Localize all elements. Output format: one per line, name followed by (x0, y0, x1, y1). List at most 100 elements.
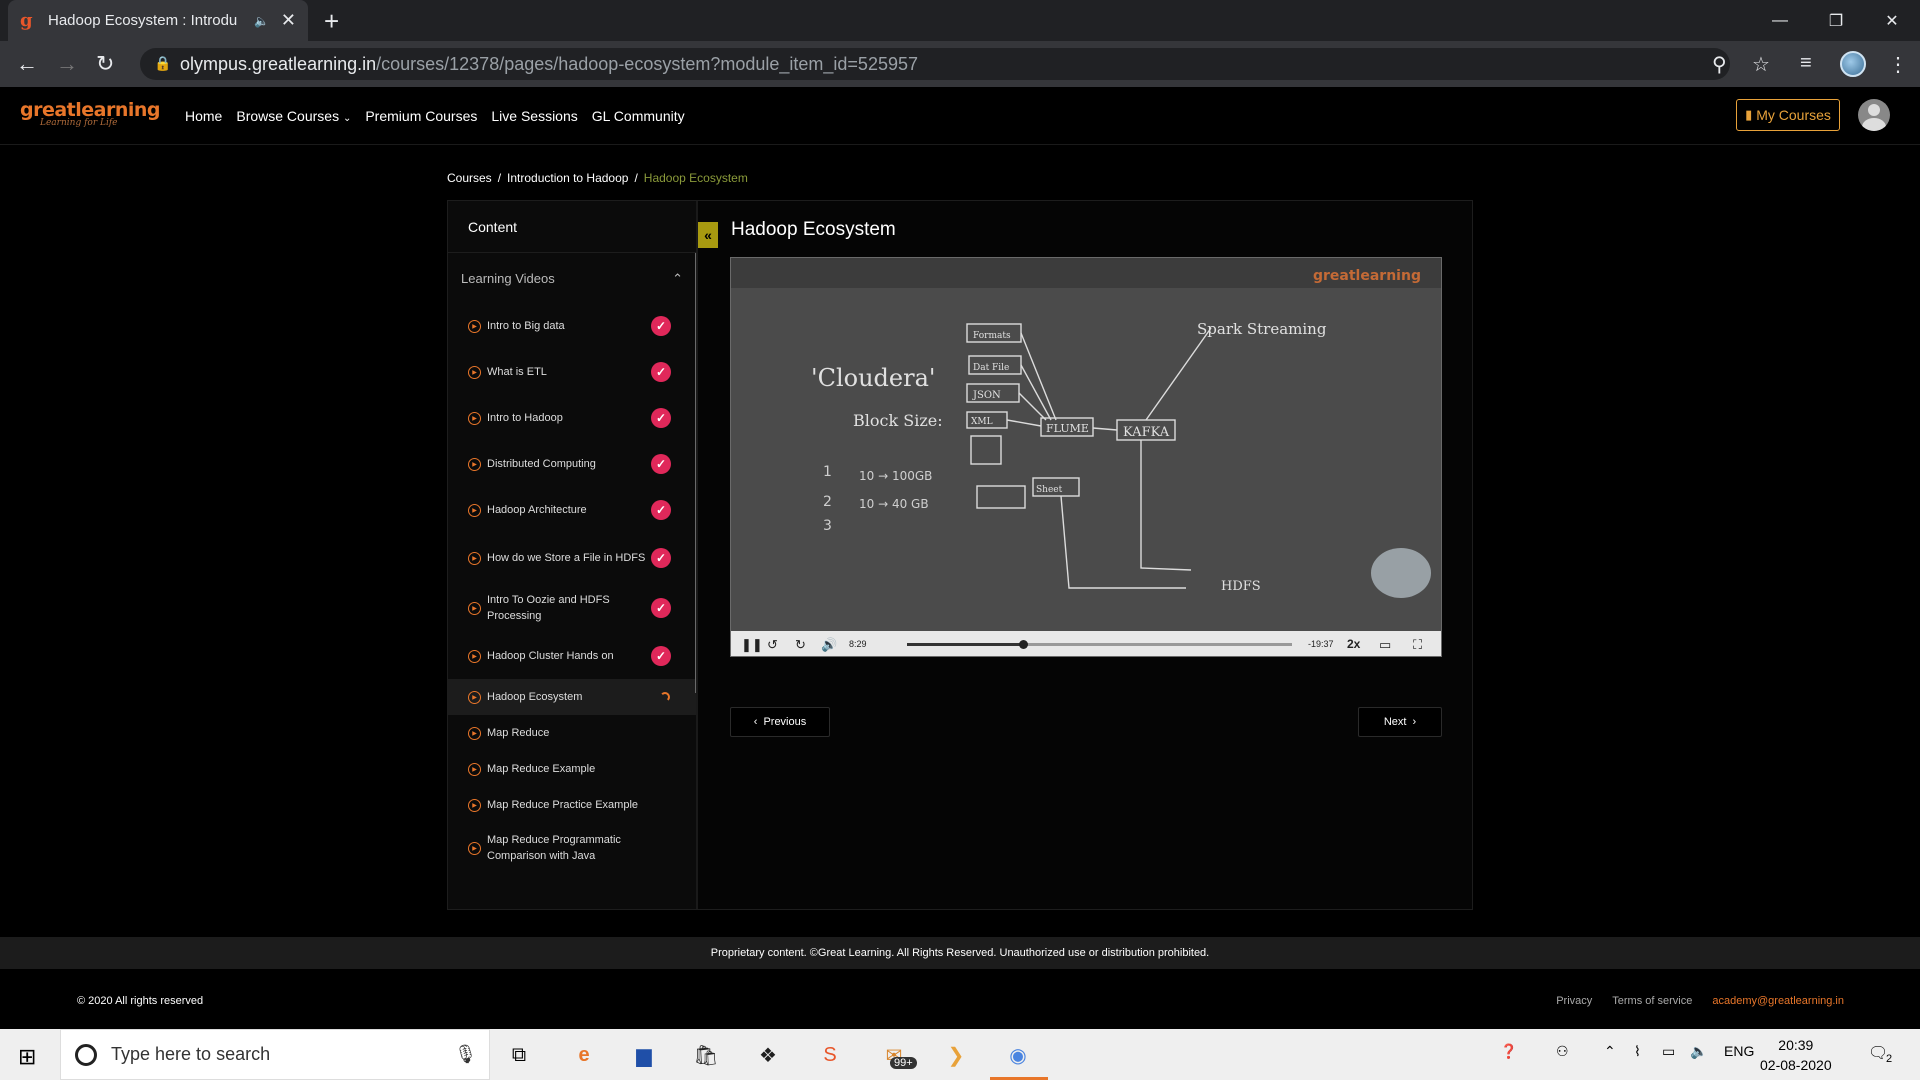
sidebar-scrollbar[interactable] (695, 253, 696, 693)
tab-title: Hadoop Ecosystem : Introdu (48, 12, 238, 29)
terms-link[interactable]: Terms of service (1612, 995, 1692, 1007)
video-player[interactable]: 'Cloudera' Block Size: Spark Streaming K… (730, 257, 1442, 657)
taskbar-search[interactable]: Type here to search 🎙 (60, 1029, 490, 1080)
browser-profile-avatar[interactable] (1840, 51, 1866, 77)
email-link[interactable]: academy@greatlearning.in (1712, 995, 1844, 1007)
play-circle-icon: ▶ (468, 798, 481, 812)
chevron-right-icon: › (1412, 716, 1417, 728)
edge-icon[interactable]: e (570, 1041, 598, 1069)
lesson-item[interactable]: ▶ Intro to Hadoop ✓ (448, 395, 696, 441)
lesson-item[interactable]: ▶ Map Reduce Example (448, 751, 696, 787)
language-indicator[interactable]: ENG (1724, 1043, 1754, 1059)
lesson-item[interactable]: ▶ How do we Store a File in HDFS ✓ (448, 533, 696, 583)
book-icon: ▮ (1745, 107, 1753, 122)
forward-icon[interactable]: ↻ (795, 637, 806, 653)
privacy-link[interactable]: Privacy (1556, 995, 1592, 1007)
restore-button[interactable]: ❐ (1808, 0, 1864, 41)
dropbox-icon[interactable]: ❖ (754, 1041, 782, 1069)
forward-icon[interactable]: → (56, 51, 78, 77)
lesson-label: Intro to Big data (487, 320, 565, 332)
video-controls: ❚❚ ↺ ↻ 🔊 8:29 -19:37 2x ▭ ⛶ (731, 631, 1441, 656)
lesson-item[interactable]: ▶ Map Reduce (448, 715, 696, 751)
battery-icon[interactable]: ▭ (1662, 1043, 1675, 1060)
speed-button[interactable]: 2x (1347, 637, 1360, 651)
address-bar[interactable]: 🔒 olympus.greatlearning.in/courses/12378… (140, 48, 1730, 80)
close-tab-icon[interactable]: ✕ (281, 10, 296, 31)
nav-premium-courses[interactable]: Premium Courses (365, 108, 477, 124)
user-avatar[interactable] (1858, 99, 1890, 131)
breadcrumb-courses[interactable]: Courses (447, 171, 492, 185)
microphone-icon[interactable]: 🎙 (454, 1044, 477, 1065)
my-courses-button[interactable]: ▮ My Courses (1736, 99, 1840, 131)
chevron-down-icon: ⌄ (342, 113, 352, 124)
play-circle-icon: ▶ (468, 551, 481, 565)
people-icon[interactable]: ⚇ (1556, 1043, 1569, 1060)
learning-videos-section[interactable]: Learning Videos ⌃ (448, 253, 696, 303)
lesson-item[interactable]: ▶ Hadoop Ecosystem (448, 679, 696, 715)
rewind-icon[interactable]: ↺ (767, 637, 778, 653)
breadcrumb-course[interactable]: Introduction to Hadoop (507, 171, 628, 185)
progress-knob[interactable] (1018, 640, 1028, 649)
file-explorer-icon[interactable]: ▆ (630, 1041, 658, 1069)
pause-icon[interactable]: ❚❚ (741, 637, 763, 653)
lesson-item[interactable]: ▶ What is ETL ✓ (448, 349, 696, 395)
svg-text:XML: XML (971, 417, 993, 427)
volume-icon[interactable]: 🔊 (821, 637, 837, 653)
windows-start-icon[interactable]: ⊞ (18, 1044, 36, 1070)
lesson-item[interactable]: ▶ Map Reduce Programmatic Comparison with… (448, 823, 696, 873)
reload-icon[interactable]: ↻ (96, 51, 114, 77)
site-footer: © 2020 All rights reserved Privacy Terms… (0, 969, 1920, 1029)
lesson-label: Hadoop Cluster Hands on (487, 650, 614, 662)
nav-live-sessions[interactable]: Live Sessions (491, 108, 577, 124)
lesson-label: Hadoop Ecosystem (487, 691, 583, 703)
lesson-item[interactable]: ▶ Map Reduce Practice Example (448, 787, 696, 823)
lesson-item[interactable]: ▶ Distributed Computing ✓ (448, 441, 696, 487)
lock-icon[interactable]: 🔒 (154, 55, 171, 72)
minimize-button[interactable]: — (1752, 0, 1808, 41)
progress-track[interactable] (907, 640, 1292, 649)
browser-tab[interactable]: g Hadoop Ecosystem : Introdu 🔈 ✕ (8, 0, 308, 41)
media-control-icon[interactable]: ≡ (1800, 52, 1812, 75)
fullscreen-icon[interactable]: ⛶ (1413, 637, 1422, 653)
tray-expand-icon[interactable]: ⌃ (1604, 1043, 1616, 1060)
close-window-button[interactable]: ✕ (1864, 0, 1920, 41)
zoom-icon[interactable]: ⚲ (1712, 52, 1727, 77)
collapse-sidebar-button[interactable]: « (698, 222, 718, 248)
lesson-item[interactable]: ▶ Intro to Big data ✓ (448, 303, 696, 349)
greatlearning-favicon-icon: g (20, 9, 33, 31)
next-button[interactable]: Next › (1358, 707, 1442, 737)
browser-menu-icon[interactable]: ⋮ (1888, 52, 1908, 77)
nav-browse-courses[interactable]: Browse Courses ⌄ (236, 108, 351, 124)
greatlearning-logo[interactable]: greatlearning Learning for Life (20, 99, 161, 128)
svg-text:10 → 40 GB: 10 → 40 GB (859, 497, 929, 511)
lesson-label: Map Reduce (487, 727, 550, 739)
lesson-item[interactable]: ▶ Intro To Oozie and HDFS Processing ✓ (448, 583, 696, 633)
tab-audio-icon[interactable]: 🔈 (254, 14, 269, 28)
play-circle-icon: ▶ (468, 411, 481, 425)
help-icon[interactable]: ❓ (1500, 1043, 1517, 1060)
sublime-icon[interactable]: S (816, 1041, 844, 1069)
store-icon[interactable]: 🛍 (692, 1041, 720, 1069)
lesson-item[interactable]: ▶ Hadoop Cluster Hands on ✓ (448, 633, 696, 679)
task-view-icon[interactable]: ⧉ (505, 1041, 533, 1069)
network-icon[interactable]: ⌇ (1634, 1043, 1641, 1060)
new-tab-button[interactable]: + (324, 6, 339, 37)
browser-toolbar: ← → ↻ 🔒 olympus.greatlearning.in/courses… (0, 41, 1920, 87)
system-clock[interactable]: 20:39 02-08-2020 (1760, 1035, 1832, 1075)
chrome-icon[interactable]: ◉ (1004, 1041, 1032, 1069)
speaker-icon[interactable]: 🔈 (1690, 1043, 1707, 1060)
powershell-icon[interactable]: ❯ (942, 1041, 970, 1069)
cortana-icon (75, 1043, 97, 1066)
captions-icon[interactable]: ▭ (1379, 637, 1391, 653)
svg-text:1: 1 (823, 464, 832, 480)
mail-badge: 99+ (890, 1057, 917, 1069)
svg-text:Dat File: Dat File (973, 363, 1009, 373)
back-icon[interactable]: ← (16, 51, 38, 77)
play-circle-icon: ▶ (468, 690, 481, 704)
lesson-item[interactable]: ▶ Hadoop Architecture ✓ (448, 487, 696, 533)
previous-button[interactable]: ‹ Previous (730, 707, 830, 737)
nav-gl-community[interactable]: GL Community (592, 108, 685, 124)
nav-home[interactable]: Home (185, 108, 222, 124)
bookmark-star-icon[interactable]: ☆ (1752, 52, 1770, 77)
svg-text:'Cloudera': 'Cloudera' (811, 364, 936, 392)
